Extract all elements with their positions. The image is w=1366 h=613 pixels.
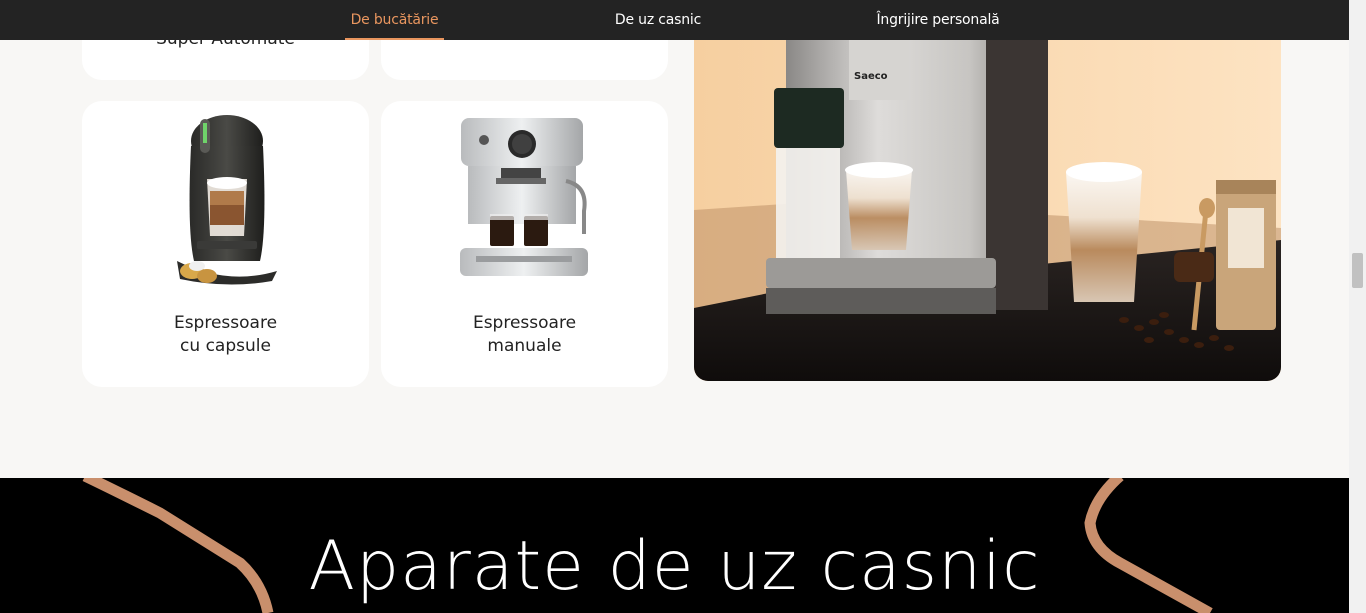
hero-brand-text: Saeco [854, 71, 888, 82]
category-card-label: Espressoare manuale [381, 312, 668, 358]
tab-kitchen-label: De bucătărie [350, 12, 439, 28]
category-label-line1: Espressoare [472, 313, 577, 333]
tab-household-label: De uz casnic [614, 12, 702, 28]
hero-image: Saeco [694, 40, 1281, 381]
category-card-capsule-espresso[interactable]: Espressoare cu capsule [82, 101, 369, 387]
tab-personal-care[interactable]: Îngrijire personală [866, 0, 1010, 40]
hero-machine-illustration: Saeco [694, 40, 1281, 381]
manual-espresso-machine-image [460, 118, 588, 276]
top-navigation: De bucătărie De uz casnic Îngrijire pers… [0, 0, 1349, 40]
category-label-line2: cu capsule [180, 336, 271, 356]
page-scrollbar[interactable] [1349, 0, 1366, 613]
section-title: Aparate de uz casnic [308, 527, 1041, 606]
category-label-line1: Espressoare [173, 313, 278, 333]
scrollbar-thumb[interactable] [1352, 253, 1363, 288]
tab-household[interactable]: De uz casnic [605, 0, 711, 40]
capsule-machine-image [177, 115, 277, 285]
category-label-line2: manuale [487, 336, 562, 356]
tab-kitchen[interactable]: De bucătărie [345, 0, 444, 40]
active-tab-indicator [345, 38, 444, 40]
category-card-manual-espresso[interactable]: Espressoare manuale [381, 101, 668, 387]
category-card-label: Espressoare cu capsule [82, 312, 369, 358]
tab-personal-care-label: Îngrijire personală [876, 12, 1000, 28]
